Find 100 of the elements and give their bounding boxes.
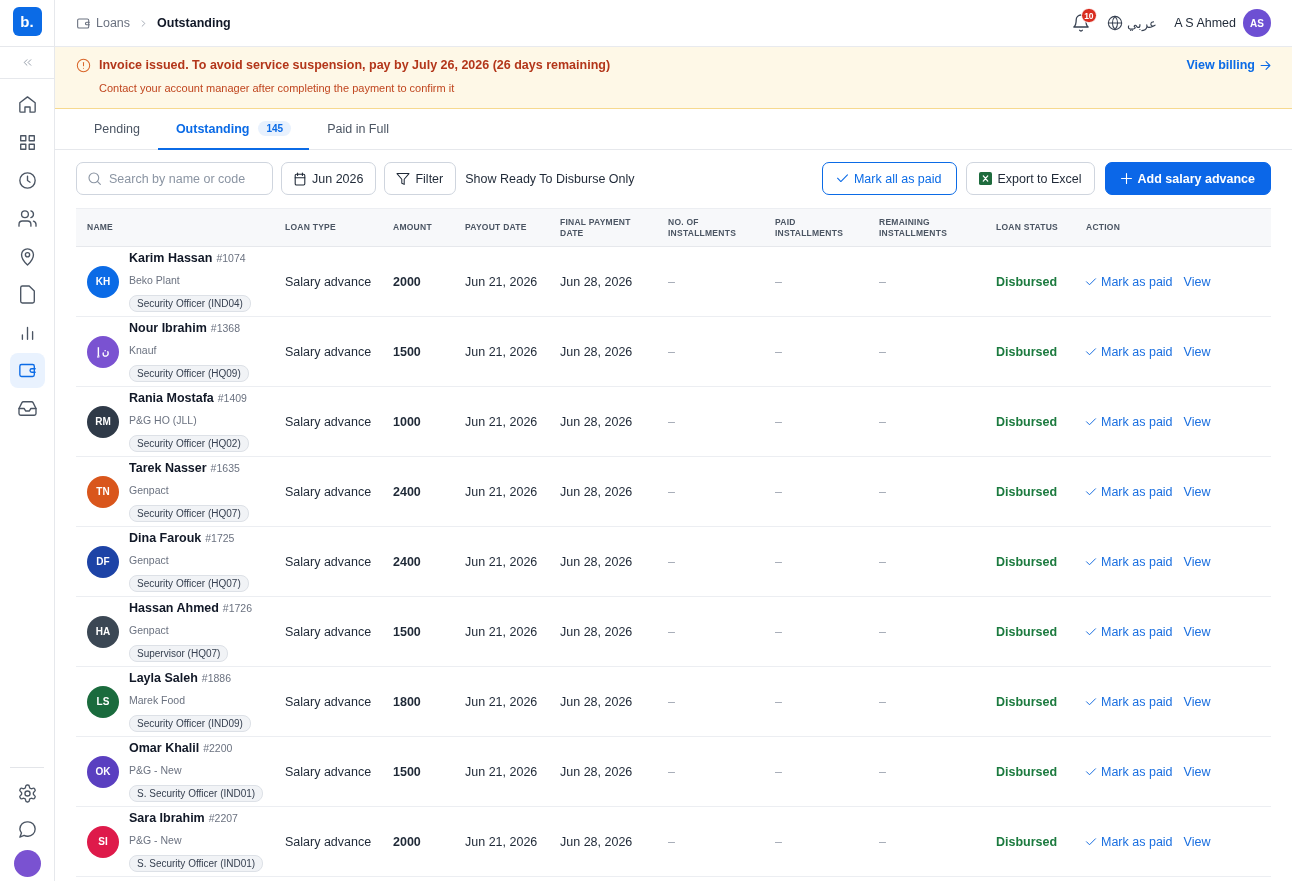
company-name: Genpact bbox=[129, 484, 169, 497]
paid-installments-cell: – bbox=[775, 344, 782, 359]
export-excel-button[interactable]: Export to Excel bbox=[965, 162, 1095, 195]
view-billing-link[interactable]: View billing bbox=[1186, 58, 1271, 73]
company-name: Marek Food bbox=[129, 694, 186, 707]
avatar: OK bbox=[87, 755, 119, 788]
loan-status: Disbursed bbox=[996, 624, 1058, 639]
column-header: PAID INSTALLMENTS bbox=[775, 216, 845, 239]
employee-name: Dina Farouk bbox=[129, 531, 202, 546]
loan-type-cell: Salary advance bbox=[285, 624, 372, 639]
loan-status: Disbursed bbox=[996, 694, 1058, 709]
column-header: LOAN TYPE bbox=[285, 222, 336, 233]
loan-status: Disbursed bbox=[996, 554, 1058, 569]
month-picker-button[interactable]: Jun 2026 bbox=[281, 162, 377, 195]
ready-to-disburse-label: Show Ready To Disburse Only bbox=[465, 171, 635, 186]
company-name: Genpact bbox=[129, 624, 169, 637]
loan-type-cell: Salary advance bbox=[285, 274, 372, 289]
mark-as-paid-link[interactable]: Mark as paid bbox=[1086, 484, 1173, 499]
mark-as-paid-link[interactable]: Mark as paid bbox=[1086, 834, 1173, 849]
installments-cell: – bbox=[668, 834, 675, 849]
banner-message: Contact your account manager after completing the payment to confirm it bbox=[99, 81, 456, 95]
check-icon bbox=[1086, 836, 1096, 847]
mark-as-paid-link[interactable]: Mark as paid bbox=[1086, 274, 1173, 289]
column-header: REMAINING INSTALLMENTS bbox=[879, 216, 949, 239]
mark-as-paid-link[interactable]: Mark as paid bbox=[1086, 414, 1173, 429]
final-payment-date-cell: Jun 28, 2026 bbox=[560, 834, 633, 849]
view-link[interactable]: View bbox=[1183, 344, 1211, 359]
loan-type-cell: Salary advance bbox=[285, 694, 372, 709]
amount-cell: 2400 bbox=[393, 484, 421, 499]
search-field[interactable]: Search by name or code bbox=[76, 162, 273, 195]
remaining-installments-cell: – bbox=[879, 764, 886, 779]
mark-as-paid-link[interactable]: Mark as paid bbox=[1086, 554, 1173, 569]
avatar: LS bbox=[87, 685, 119, 718]
mark-as-paid-link[interactable]: Mark as paid bbox=[1086, 344, 1173, 359]
loan-status: Disbursed bbox=[996, 344, 1058, 359]
chat-bubble-icon bbox=[18, 820, 36, 838]
sidebar-item[interactable] bbox=[9, 353, 45, 388]
employee-name: Rania Mostafa bbox=[129, 391, 214, 406]
company-name: Genpact bbox=[129, 554, 169, 567]
clock-icon bbox=[18, 172, 36, 189]
employee-name: Hassan Ahmed bbox=[129, 601, 219, 616]
employee-code: #1368 bbox=[210, 321, 240, 336]
people-icon bbox=[18, 210, 36, 227]
filter-icon bbox=[397, 172, 410, 185]
position-tag: S. Security Officer (IND01) bbox=[129, 855, 264, 872]
amount-cell: 1500 bbox=[393, 624, 421, 639]
employee-name: Tarek Nasser bbox=[129, 461, 207, 476]
filter-button[interactable]: Filter bbox=[384, 162, 457, 195]
installments-cell: – bbox=[668, 414, 675, 429]
breadcrumb-item: Outstanding bbox=[157, 16, 231, 30]
tab[interactable]: Pending bbox=[76, 109, 158, 150]
mark-as-paid-link[interactable]: Mark as paid bbox=[1086, 764, 1173, 779]
mark-all-paid-button[interactable]: Mark all as paid bbox=[821, 162, 957, 195]
position-tag: Security Officer (HQ07) bbox=[129, 575, 249, 592]
view-link[interactable]: View bbox=[1183, 764, 1211, 779]
amount-cell: 1800 bbox=[393, 694, 421, 709]
user-avatar-icon[interactable] bbox=[13, 850, 41, 877]
view-link[interactable]: View bbox=[1183, 624, 1211, 639]
loan-status: Disbursed bbox=[996, 764, 1058, 779]
view-link[interactable]: View bbox=[1183, 484, 1211, 499]
avatar: TN bbox=[87, 475, 119, 508]
view-link[interactable]: View bbox=[1183, 834, 1211, 849]
loan-type-cell: Salary advance bbox=[285, 414, 372, 429]
employee-name: Karim Hassan bbox=[129, 251, 213, 266]
view-link[interactable]: View bbox=[1183, 274, 1211, 289]
avatar: SI bbox=[87, 825, 119, 858]
loan-status: Disbursed bbox=[996, 274, 1058, 289]
loan-status: Disbursed bbox=[996, 834, 1058, 849]
position-tag: Security Officer (HQ07) bbox=[129, 505, 249, 522]
installments-cell: – bbox=[668, 274, 675, 289]
tab[interactable]: Paid in Full bbox=[309, 109, 407, 150]
user-avatar[interactable]: AS bbox=[1243, 9, 1271, 37]
remaining-installments-cell: – bbox=[879, 414, 886, 429]
payout-date-cell: Jun 21, 2026 bbox=[465, 484, 538, 499]
mark-as-paid-link[interactable]: Mark as paid bbox=[1086, 624, 1173, 639]
installments-cell: – bbox=[668, 344, 675, 359]
tab[interactable]: Outstanding 145 bbox=[157, 109, 310, 150]
position-tag: S. Security Officer (IND01) bbox=[129, 785, 264, 802]
search-icon bbox=[88, 172, 101, 185]
banner-title: Invoice issued. To avoid service suspension, pay by July 26, 2026 (26 days remaining) bbox=[99, 58, 611, 73]
column-header: ACTION bbox=[1086, 222, 1121, 233]
breadcrumb-item[interactable]: Loans bbox=[96, 16, 131, 30]
column-header: NAME bbox=[87, 222, 114, 233]
mark-as-paid-link[interactable]: Mark as paid bbox=[1086, 694, 1173, 709]
payout-date-cell: Jun 21, 2026 bbox=[465, 344, 538, 359]
check-icon bbox=[1086, 556, 1096, 567]
view-link[interactable]: View bbox=[1183, 554, 1211, 569]
installments-cell: – bbox=[668, 764, 675, 779]
view-link[interactable]: View bbox=[1183, 694, 1211, 709]
plus-icon bbox=[1120, 173, 1132, 184]
brand-logo[interactable]: b. bbox=[12, 7, 42, 36]
remaining-installments-cell: – bbox=[879, 554, 886, 569]
language-button[interactable]: عربي bbox=[1108, 15, 1158, 31]
user-name: A S Ahmed bbox=[1174, 16, 1236, 30]
add-salary-advance-button[interactable]: Add salary advance bbox=[1104, 162, 1271, 195]
employee-code: #1074 bbox=[216, 251, 246, 266]
final-payment-date-cell: Jun 28, 2026 bbox=[560, 764, 633, 779]
column-header: PAYOUT DATE bbox=[465, 222, 527, 233]
final-payment-date-cell: Jun 28, 2026 bbox=[560, 624, 633, 639]
view-link[interactable]: View bbox=[1183, 414, 1211, 429]
